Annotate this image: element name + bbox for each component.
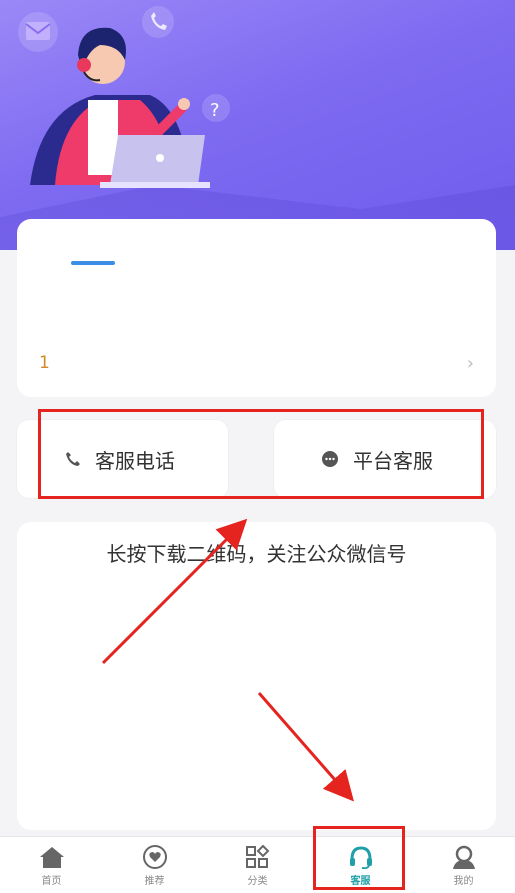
chevron-right-icon[interactable]: › bbox=[467, 353, 474, 374]
tab-home[interactable]: 首页 bbox=[0, 837, 103, 893]
banner: ? bbox=[0, 0, 515, 250]
info-card[interactable]: 1 › bbox=[17, 219, 496, 397]
tab-customer-service-label: 客服 bbox=[350, 876, 371, 887]
platform-service-button[interactable]: 平台客服 bbox=[274, 420, 496, 498]
platform-service-label: 平台客服 bbox=[353, 448, 433, 473]
customer-phone-label: 客服电话 bbox=[95, 448, 175, 473]
home-icon bbox=[39, 847, 64, 868]
phone-icon bbox=[65, 451, 81, 467]
qr-instruction-text: 长按下载二维码，关注公众微信号 bbox=[106, 542, 407, 566]
tab-recommend[interactable]: 推荐 bbox=[103, 837, 206, 893]
tab-category-label: 分类 bbox=[247, 876, 268, 887]
tab-home-label: 首页 bbox=[41, 876, 62, 887]
customer-phone-button[interactable]: 客服电话 bbox=[17, 420, 228, 498]
tab-mine-label: 我的 bbox=[453, 876, 474, 887]
svg-text:?: ? bbox=[210, 100, 220, 121]
heart-icon bbox=[142, 845, 167, 869]
tab-mine[interactable]: 我的 bbox=[412, 837, 515, 893]
bottom-tab-bar: 首页 推荐 分类 客服 我的 bbox=[0, 836, 515, 893]
qr-card: 长按下载二维码，关注公众微信号 bbox=[17, 522, 496, 830]
headset-icon bbox=[349, 846, 372, 869]
category-icon bbox=[245, 845, 269, 868]
info-number: 1 bbox=[39, 353, 50, 373]
tab-recommend-label: 推荐 bbox=[144, 876, 165, 887]
customer-service-illustration: ? bbox=[18, 6, 230, 188]
tab-customer-service[interactable]: 客服 bbox=[309, 837, 412, 893]
tab-category[interactable]: 分类 bbox=[206, 837, 309, 893]
chat-bubble-icon bbox=[321, 450, 339, 468]
title-underline bbox=[71, 261, 115, 265]
user-icon bbox=[452, 845, 475, 869]
